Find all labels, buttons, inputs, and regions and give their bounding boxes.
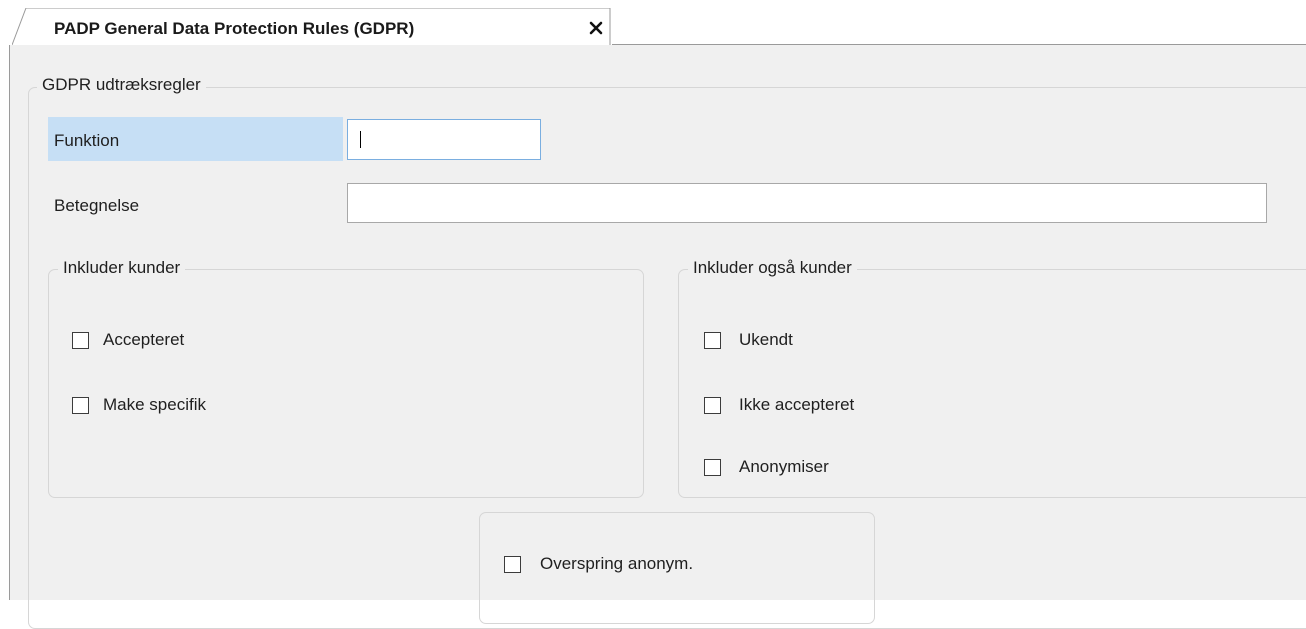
tab-title: PADP General Data Protection Rules (GDPR… xyxy=(54,19,415,38)
checkbox-make-specifik-label[interactable]: Make specifik xyxy=(103,395,206,415)
checkbox-overspring-anonym-label[interactable]: Overspring anonym. xyxy=(540,554,693,574)
tab-strip: PADP General Data Protection Rules (GDPR… xyxy=(0,0,1306,45)
checkbox-overspring-anonym[interactable] xyxy=(504,556,521,573)
group-include-customers xyxy=(48,269,644,498)
checkbox-ukendt-label[interactable]: Ukendt xyxy=(739,330,793,350)
tab-gdpr[interactable]: PADP General Data Protection Rules (GDPR… xyxy=(12,8,612,45)
betegnelse-input[interactable] xyxy=(347,183,1267,223)
checkbox-make-specifik[interactable] xyxy=(72,397,89,414)
funktion-input[interactable] xyxy=(347,119,541,160)
checkbox-ukendt[interactable] xyxy=(704,332,721,349)
text-caret xyxy=(360,131,361,148)
funktion-label: Funktion xyxy=(54,131,120,150)
checkbox-ikke-accepteret[interactable] xyxy=(704,397,721,414)
group-gdpr-rules-title: GDPR udtræksregler xyxy=(37,75,206,95)
checkbox-anonymiser[interactable] xyxy=(704,459,721,476)
close-icon[interactable] xyxy=(586,18,606,38)
group-include-customers-title: Inkluder kunder xyxy=(58,258,186,278)
group-include-also-customers-title: Inkluder også kunder xyxy=(688,258,857,278)
checkbox-accepteret-label[interactable]: Accepteret xyxy=(103,330,184,350)
betegnelse-label: Betegnelse xyxy=(54,196,140,215)
checkbox-ikke-accepteret-label[interactable]: Ikke accepteret xyxy=(739,395,854,415)
checkbox-accepteret[interactable] xyxy=(72,332,89,349)
checkbox-anonymiser-label[interactable]: Anonymiser xyxy=(739,457,829,477)
content-panel: GDPR udtræksregler Funktion Betegnelse I… xyxy=(9,45,1306,629)
